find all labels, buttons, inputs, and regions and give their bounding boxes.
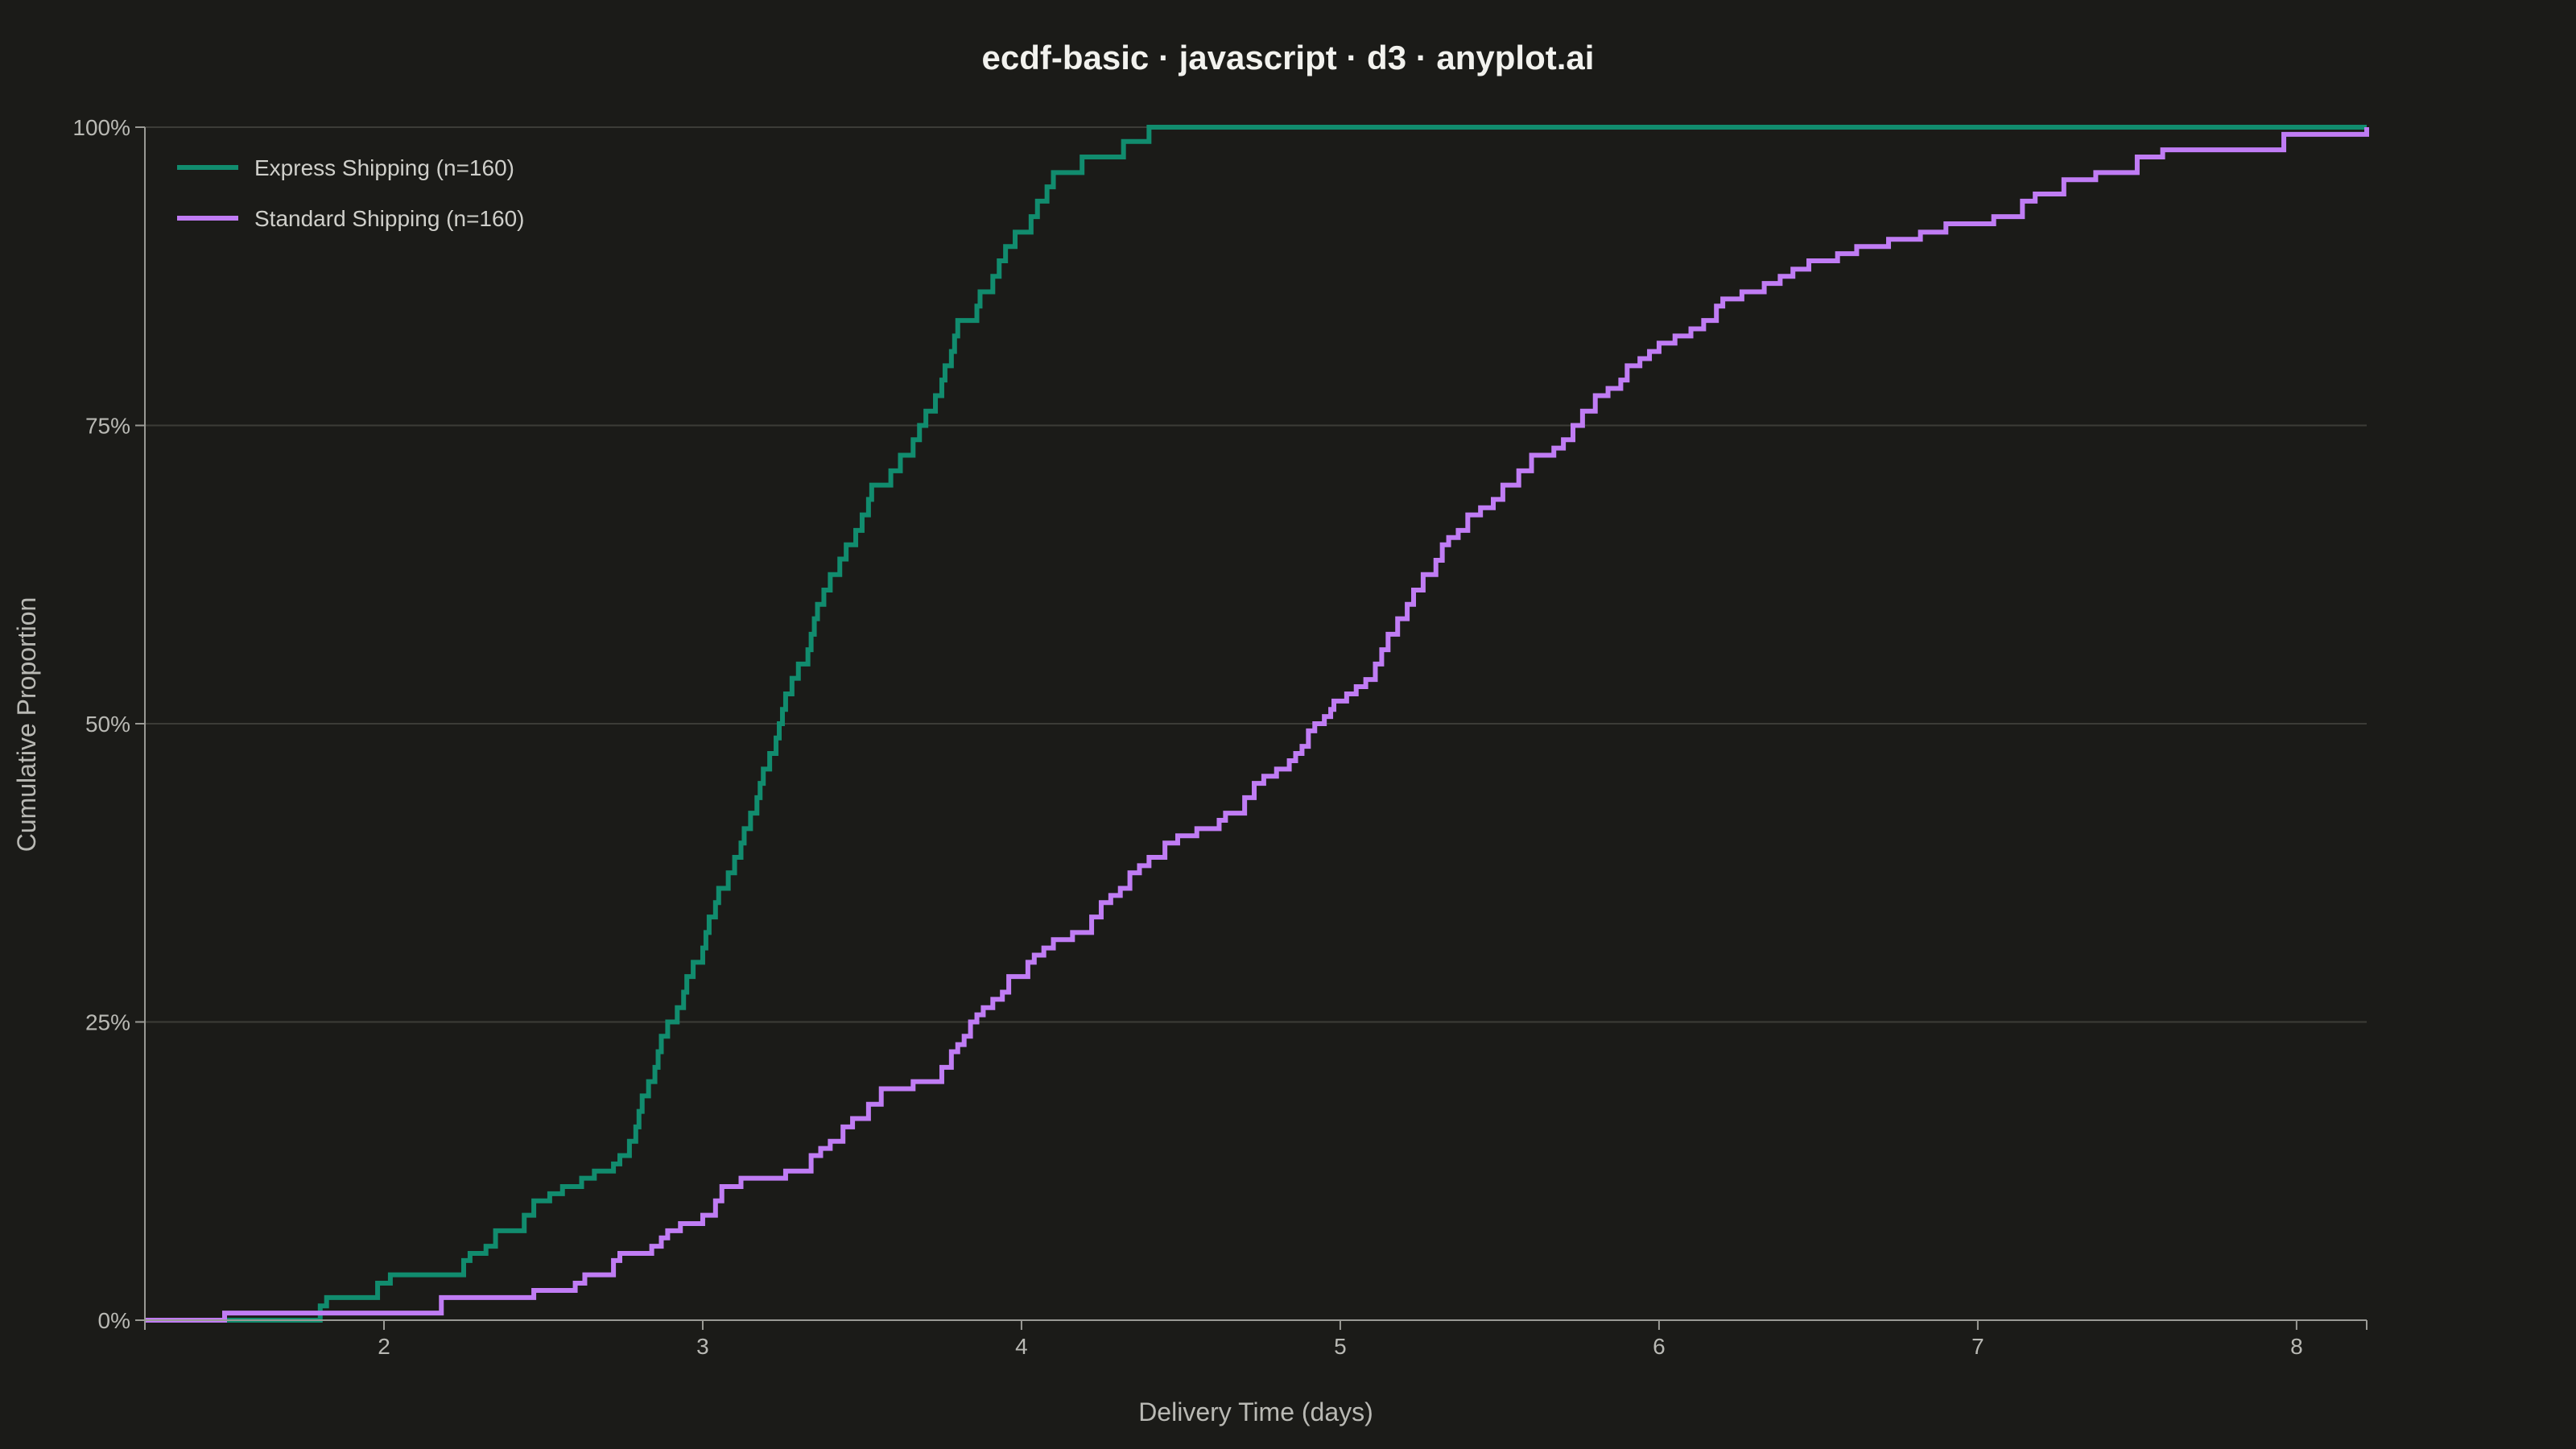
legend: Express Shipping (n=160) Standard Shippin… xyxy=(177,155,524,231)
y-tick-label: 0% xyxy=(98,1308,130,1333)
y-axis-label: Cumulative Proportion xyxy=(12,597,41,852)
x-tick-label: 8 xyxy=(2290,1334,2303,1359)
x-tick-label: 6 xyxy=(1653,1334,1666,1359)
y-tick-label: 100% xyxy=(72,115,130,140)
ecdf-chart: ecdf-basic · javascript · d3 · anyplot.a… xyxy=(12,39,2369,1426)
x-tick-label: 4 xyxy=(1015,1334,1028,1359)
y-tick-label: 25% xyxy=(85,1010,130,1035)
y-axis-ticks: 0% 25% 50% 75% 100% xyxy=(72,115,145,1333)
x-tick-label: 2 xyxy=(378,1334,390,1359)
y-tick-label: 75% xyxy=(85,414,130,439)
legend-label-0: Express Shipping (n=160) xyxy=(254,155,514,180)
chart-title: ecdf-basic · javascript · d3 · anyplot.a… xyxy=(982,39,1595,76)
legend-label-1: Standard Shipping (n=160) xyxy=(254,206,524,231)
x-axis-label: Delivery Time (days) xyxy=(1138,1397,1373,1426)
gridlines xyxy=(145,126,2367,1023)
x-tick-label: 3 xyxy=(696,1334,709,1359)
y-tick-label: 50% xyxy=(85,712,130,737)
x-axis-ticks: 2 3 4 5 6 7 8 xyxy=(144,1320,2368,1359)
x-tick-label: 5 xyxy=(1334,1334,1347,1359)
axes: 2 3 4 5 6 7 8 0% 25% 50% 75% 100% xyxy=(72,115,2368,1359)
x-tick-label: 7 xyxy=(1971,1334,1984,1359)
